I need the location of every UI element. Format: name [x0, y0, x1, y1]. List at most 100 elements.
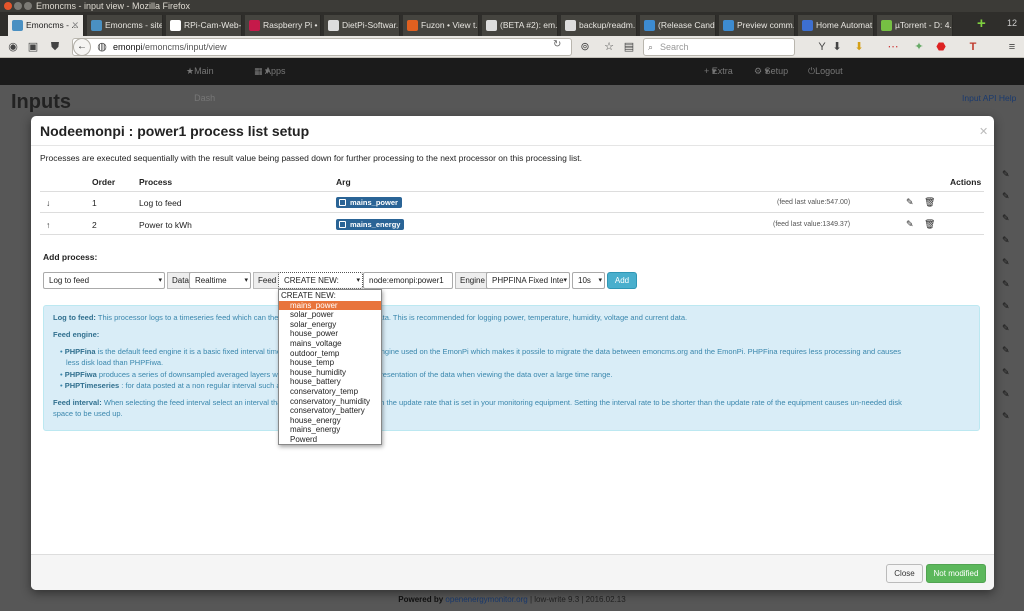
dropdown-option[interactable]: mains_power: [279, 300, 381, 311]
edit-icon[interactable]: ✎: [1002, 279, 1010, 290]
github-icon: [328, 20, 339, 31]
dropdown-option[interactable]: conservatory_temp: [279, 387, 381, 397]
close-button[interactable]: Close: [886, 564, 923, 583]
input-api-help-link[interactable]: Input API Help: [962, 93, 1016, 103]
discourse-icon: [723, 20, 734, 31]
dropdown-option[interactable]: house_energy: [279, 416, 381, 426]
extra-menu[interactable]: + Extra ▾: [704, 58, 733, 85]
edit-icon[interactable]: ✎: [1002, 367, 1010, 378]
downthemall-icon[interactable]: ⬇: [852, 40, 866, 54]
chevron-down-icon: ▾: [244, 277, 248, 284]
browser-tab[interactable]: Home Automat...: [798, 15, 874, 36]
apps-menu[interactable]: ▦ Apps ▾: [254, 58, 286, 85]
bookmark-star-icon[interactable]: ☆: [602, 40, 616, 54]
edit-icon[interactable]: ✎: [906, 219, 914, 230]
dropdown-group-label: CREATE NEW:: [281, 291, 336, 300]
tab-count: 12: [1007, 18, 1018, 28]
edit-icon[interactable]: ✎: [906, 197, 914, 208]
dropdown-option[interactable]: solar_energy: [279, 320, 381, 330]
browser-tab[interactable]: (Release Candi...: [640, 15, 716, 36]
move-down-icon[interactable]: ↓: [46, 198, 50, 208]
logout-link[interactable]: ⏻ Logout: [808, 58, 843, 85]
feed-select[interactable]: CREATE NEW: ▾: [278, 272, 363, 289]
window-maximize-button[interactable]: [24, 2, 32, 10]
url-bar[interactable]: ◍ emonpi/emoncms/input/view: [72, 38, 572, 56]
feed-badge: mains_energy: [336, 219, 405, 230]
column-header-actions: Actions: [950, 177, 982, 187]
page-footer: Powered by openenergymonitor.org | low-w…: [398, 595, 626, 604]
edit-icon[interactable]: ✎: [1002, 323, 1010, 334]
window-titlebar: Emoncms - input view - Mozilla Firefox: [0, 0, 1024, 12]
edit-icon[interactable]: ✎: [1002, 235, 1010, 246]
setup-menu[interactable]: ⚙ Setup ▾: [754, 58, 788, 85]
raspberry-icon: [249, 20, 260, 31]
menu-icon[interactable]: ≡: [1005, 40, 1019, 54]
dropdown-option[interactable]: conservatory_humidity: [279, 397, 381, 407]
delete-icon[interactable]: 🗑: [924, 197, 935, 208]
edit-icon[interactable]: ✎: [1002, 169, 1010, 180]
back-button[interactable]: ←: [73, 38, 91, 56]
dropdown-option[interactable]: outdoor_temp: [279, 349, 381, 359]
privacy-mask-icon[interactable]: ◉: [6, 40, 20, 54]
extension-icon[interactable]: ▣: [26, 40, 40, 54]
edit-icon[interactable]: ✎: [1002, 213, 1010, 224]
close-tab-icon[interactable]: ✕: [71, 15, 79, 36]
main-dash-link[interactable]: ★ Main Dash: [186, 58, 215, 103]
dots-extension-icon[interactable]: ⋯: [886, 40, 900, 54]
dropdown-option[interactable]: Powerd: [279, 435, 381, 445]
browser-tab[interactable]: Fuzon • View t...: [403, 15, 479, 36]
browser-tab[interactable]: µTorrent - D: 4...: [877, 15, 953, 36]
forum-icon: [407, 20, 418, 31]
adblock-icon[interactable]: ⬣: [934, 40, 948, 54]
dropdown-option[interactable]: mains_energy: [279, 425, 381, 435]
edit-icon[interactable]: ✎: [1002, 411, 1010, 422]
pocket-icon[interactable]: ⊚: [578, 40, 592, 54]
dropdown-option[interactable]: house_power: [279, 329, 381, 339]
dropdown-option[interactable]: solar_power: [279, 310, 381, 320]
browser-tab[interactable]: Preview comm...: [719, 15, 795, 36]
engine-select[interactable]: PHPFINA Fixed Inte ▾: [486, 272, 570, 289]
edit-icon[interactable]: ✎: [1002, 301, 1010, 312]
dropdown-option[interactable]: house_temp: [279, 358, 381, 368]
dropdown-option[interactable]: house_battery: [279, 377, 381, 387]
data-type-select[interactable]: Realtime ▾: [189, 272, 251, 289]
save-status-button[interactable]: Not modified: [926, 564, 986, 583]
reader-icon[interactable]: ▤: [622, 40, 636, 54]
edit-icon[interactable]: ✎: [1002, 191, 1010, 202]
edit-icon[interactable]: ✎: [1002, 389, 1010, 400]
puzzle-extension-icon[interactable]: ✦: [912, 40, 926, 54]
delete-icon[interactable]: 🗑: [924, 219, 935, 230]
edit-icon[interactable]: ✎: [1002, 345, 1010, 356]
window-minimize-button[interactable]: [14, 2, 22, 10]
feed-name-input[interactable]: node:emonpi:power1: [363, 272, 453, 289]
shield-icon[interactable]: ⛊: [48, 40, 62, 54]
t-extension-icon[interactable]: T: [966, 40, 980, 54]
browser-tab[interactable]: Raspberry Pi •: [245, 15, 321, 36]
browser-tab[interactable]: (BETA #2): em...: [482, 15, 558, 36]
process-select[interactable]: Log to feed ▾: [43, 272, 165, 289]
interval-select[interactable]: 10s ▾: [572, 272, 605, 289]
dropdown-option[interactable]: house_humidity: [279, 368, 381, 378]
browser-tab[interactable]: DietPi-Softwar...: [324, 15, 400, 36]
browser-tab[interactable]: RPi-Cam-Web-I...: [166, 15, 242, 36]
chevron-down-icon: ▾: [598, 277, 602, 284]
dropdown-option[interactable]: conservatory_battery: [279, 406, 381, 416]
new-tab-icon[interactable]: +: [977, 16, 991, 31]
add-button[interactable]: Add: [607, 272, 637, 289]
y-extension-icon[interactable]: Y: [815, 40, 829, 54]
browser-tab[interactable]: backup/readm...: [561, 15, 637, 36]
window-close-button[interactable]: [4, 2, 12, 10]
browser-tab[interactable]: Emoncms - site...: [87, 15, 163, 36]
camera-icon: [170, 20, 181, 31]
close-icon[interactable]: ✕: [979, 125, 988, 138]
move-up-icon[interactable]: ↑: [46, 220, 50, 230]
edit-icon[interactable]: ✎: [1002, 257, 1010, 268]
feed-icon: [339, 221, 346, 228]
search-input[interactable]: ⌕ Search: [643, 38, 795, 56]
browser-tab[interactable]: Emoncms - ... ✕: [8, 15, 84, 36]
github-icon: [486, 20, 497, 31]
dropdown-option[interactable]: mains_voltage: [279, 339, 381, 349]
download-icon[interactable]: ⬇: [830, 40, 844, 54]
footer-link[interactable]: openenergymonitor.org: [445, 595, 527, 604]
reload-icon[interactable]: ↻: [553, 39, 561, 50]
